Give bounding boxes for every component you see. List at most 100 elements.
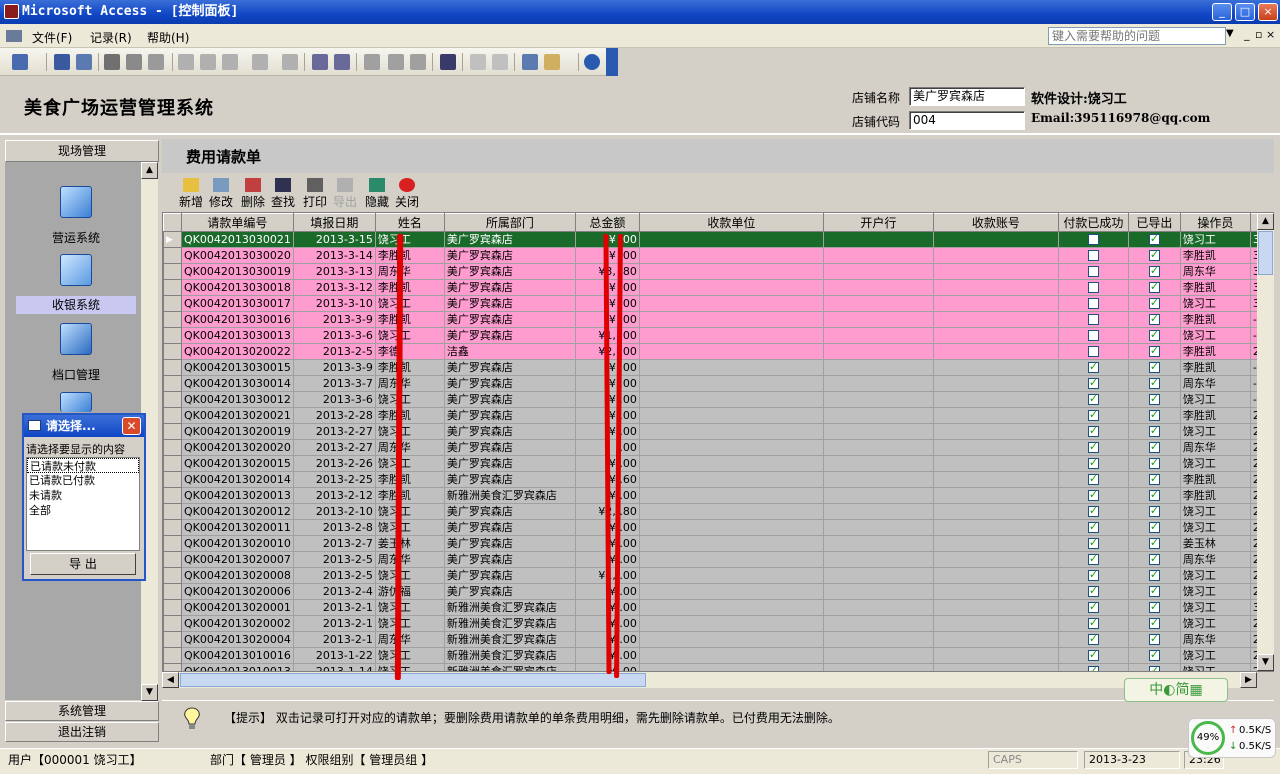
list-item[interactable]: 全部 (27, 503, 139, 518)
cell-request-id[interactable]: QK0042013020022 (181, 343, 294, 360)
paid-checkbox[interactable] (1087, 377, 1099, 390)
cell-department[interactable]: 美广罗宾森店 (443, 391, 576, 408)
cell-operator[interactable]: 李胜凯 (1179, 407, 1251, 424)
exported-checkbox[interactable] (1148, 297, 1160, 310)
table-row[interactable]: QK00420130200222013-2-5李德洁鑫¥2, .00李胜凯2 (163, 343, 1263, 360)
exported-checkbox[interactable] (1148, 281, 1160, 294)
design-view-icon[interactable] (12, 54, 28, 70)
cell-bank[interactable] (822, 327, 934, 344)
cell-account[interactable] (932, 663, 1059, 671)
cell-bank[interactable] (822, 343, 934, 360)
cell-request-id[interactable]: QK0042013020012 (181, 503, 294, 520)
cell-request-id[interactable]: QK0042013020002 (181, 615, 294, 632)
help-question-input[interactable]: 键入需要帮助的问题 (1048, 27, 1226, 45)
mdi-close-icon[interactable]: × (1266, 28, 1275, 41)
scroll-thumb[interactable] (1258, 231, 1273, 275)
cell-date[interactable]: 2013-3-9 (292, 311, 376, 328)
cell-request-id[interactable]: QK0042013020001 (181, 599, 294, 616)
cell-bank[interactable] (822, 551, 934, 568)
cell-bank[interactable] (822, 231, 934, 248)
cell-department[interactable]: 美广罗宾森店 (443, 551, 576, 568)
cell-bank[interactable] (822, 583, 934, 600)
exported-checkbox[interactable] (1148, 249, 1160, 262)
help-dropdown-arrow-icon[interactable]: ▼ (1226, 28, 1234, 39)
paste-icon[interactable] (222, 54, 238, 70)
table-row[interactable]: QK00420130300192013-3-13周东华美广罗宾森店¥3, .80… (163, 263, 1263, 280)
column-header[interactable]: 开户行 (822, 213, 934, 232)
row-selector[interactable] (163, 375, 182, 392)
cell-account[interactable] (932, 231, 1059, 248)
cell-request-id[interactable]: QK0042013030012 (181, 391, 294, 408)
network-speed-widget[interactable]: 49% ↑ 0.5K/S ↓ 0.5K/S (1188, 718, 1276, 758)
menu-file[interactable]: 文件(F) (32, 29, 72, 46)
column-header[interactable]: 已导出 (1127, 213, 1181, 232)
cell-account[interactable] (932, 599, 1059, 616)
form-menu-icon[interactable] (6, 30, 22, 42)
cell-name[interactable]: 游仿福 (374, 583, 445, 600)
paid-checkbox[interactable] (1087, 649, 1099, 662)
row-selector[interactable] (163, 535, 182, 552)
cell-department[interactable]: 美广罗宾森店 (443, 327, 576, 344)
exported-checkbox[interactable] (1148, 313, 1160, 326)
exported-checkbox[interactable] (1148, 585, 1160, 598)
datasheet-vertical-scrollbar[interactable]: ▲ ▼ (1257, 213, 1274, 671)
exported-checkbox[interactable] (1148, 537, 1160, 550)
cell-request-id[interactable]: QK0042013030020 (181, 247, 294, 264)
expense-request-datasheet[interactable]: 请款单编号 填报日期 姓名 所属部门 总金额 收款单位 开户行 收款账号 付款已成功 已导出 操作员… (162, 212, 1274, 672)
action-printer-button[interactable]: 打印 (300, 178, 330, 210)
cell-department[interactable]: 美广罗宾森店 (443, 407, 576, 424)
table-row[interactable]: QK00420130100132013-1-14饶习工新雅洲美食汇罗宾森店¥ .… (163, 663, 1263, 671)
cell-date[interactable]: 2013-2-10 (292, 503, 376, 520)
cell-bank[interactable] (822, 439, 934, 456)
cell-bank[interactable] (822, 247, 934, 264)
close-window-button[interactable]: × (1258, 3, 1278, 21)
cell-request-id[interactable]: QK0042013020019 (181, 423, 294, 440)
cell-operator[interactable]: 饶习工 (1179, 327, 1251, 344)
cell-account[interactable] (932, 567, 1059, 584)
cell-date[interactable]: 2013-2-28 (292, 407, 376, 424)
cell-operator[interactable]: 周东华 (1179, 375, 1251, 392)
new-object-icon[interactable] (544, 54, 560, 70)
paid-checkbox[interactable] (1087, 617, 1099, 630)
cell-account[interactable] (932, 583, 1059, 600)
globe-icon[interactable] (60, 186, 92, 218)
cell-name[interactable]: 李胜凯 (374, 311, 445, 328)
cell-bank[interactable] (822, 263, 934, 280)
cell-department[interactable]: 美广罗宾森店 (443, 263, 576, 280)
cell-request-id[interactable]: QK0042013020010 (181, 535, 294, 552)
cell-date[interactable]: 2013-2-1 (292, 631, 376, 648)
exported-checkbox[interactable] (1148, 409, 1160, 422)
cell-bank[interactable] (822, 279, 934, 296)
scroll-down-icon[interactable]: ▼ (1257, 654, 1274, 671)
table-row[interactable]: QK00420130300152013-3-9李胜凯美广罗宾森店¥ .00李胜凯… (163, 359, 1263, 376)
insert-hyperlink-icon[interactable] (282, 54, 298, 70)
cell-request-id[interactable]: QK0042013030021 (181, 231, 294, 248)
cell-bank[interactable] (822, 471, 934, 488)
cell-name[interactable]: 李德 (374, 343, 445, 360)
paid-checkbox[interactable] (1087, 314, 1099, 325)
cell-name[interactable]: 饶习工 (374, 455, 445, 472)
cell-account[interactable] (932, 343, 1059, 360)
row-selector[interactable]: ▶ (163, 231, 182, 248)
cell-name[interactable]: 李胜凯 (374, 359, 445, 376)
exported-checkbox[interactable] (1148, 601, 1160, 614)
cell-payee[interactable] (638, 519, 824, 536)
cell-date[interactable]: 2013-3-14 (292, 247, 376, 264)
cell-department[interactable]: 洁鑫 (443, 343, 576, 360)
table-row[interactable]: QK00420130200042013-2-1周东华新雅洲美食汇罗宾森店¥ .0… (163, 631, 1263, 648)
cell-account[interactable] (932, 551, 1059, 568)
column-header[interactable]: 填报日期 (292, 213, 376, 232)
cell-account[interactable] (932, 359, 1059, 376)
cell-operator[interactable]: 周东华 (1179, 631, 1251, 648)
table-row[interactable]: QK00420130200072013-2-5周东华美广罗宾森店¥ .00周东华… (163, 551, 1263, 568)
cell-date[interactable]: 2013-2-7 (292, 535, 376, 552)
exported-checkbox[interactable] (1148, 441, 1160, 454)
cell-department[interactable]: 美广罗宾森店 (443, 567, 576, 584)
cell-bank[interactable] (822, 599, 934, 616)
cell-payee[interactable] (638, 567, 824, 584)
menu-help[interactable]: 帮助(H) (147, 29, 189, 46)
cell-department[interactable]: 美广罗宾森店 (443, 359, 576, 376)
cell-account[interactable] (932, 263, 1059, 280)
paid-checkbox[interactable] (1087, 346, 1099, 357)
cell-department[interactable]: 新雅洲美食汇罗宾森店 (443, 615, 576, 632)
